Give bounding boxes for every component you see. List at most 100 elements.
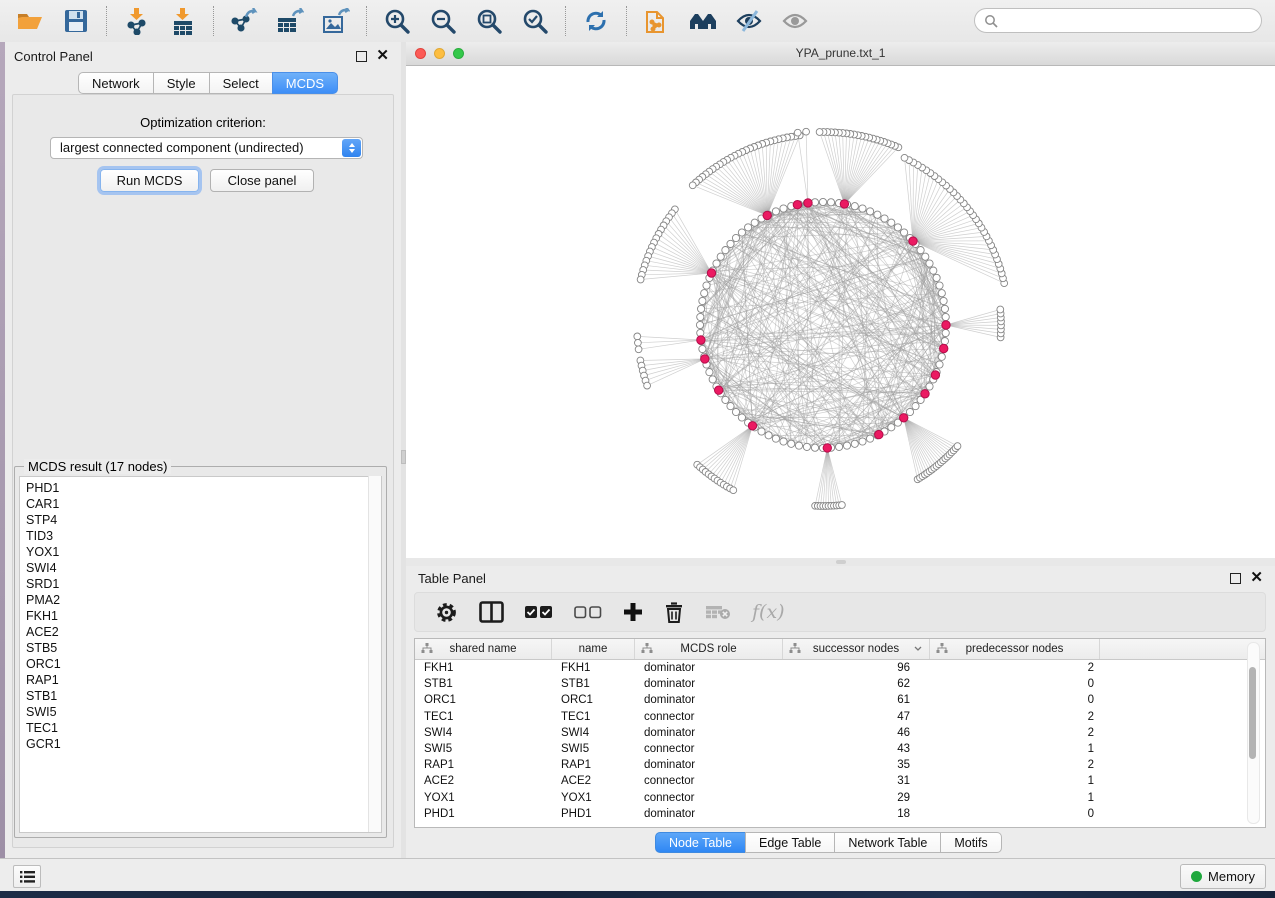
tab-motifs[interactable]: Motifs bbox=[940, 832, 1001, 853]
task-history-button[interactable] bbox=[13, 865, 41, 888]
float-window-icon[interactable] bbox=[1230, 573, 1241, 584]
export-image-icon[interactable] bbox=[321, 6, 351, 36]
table-settings-gear-icon[interactable] bbox=[435, 601, 458, 624]
column-header-predecessor-nodes[interactable]: predecessor nodes bbox=[930, 639, 1100, 659]
tab-network-table[interactable]: Network Table bbox=[834, 832, 941, 853]
table-row[interactable]: ACE2ACE2connector311 bbox=[415, 773, 1265, 789]
table-row[interactable]: YOX1YOX1connector291 bbox=[415, 790, 1265, 806]
table-row[interactable]: SWI4SWI4dominator462 bbox=[415, 725, 1265, 741]
export-network-icon[interactable] bbox=[229, 6, 259, 36]
mcds-result-list[interactable]: PHD1CAR1STP4TID3YOX1SWI4SRD1PMA2FKH1ACE2… bbox=[19, 476, 382, 833]
table-scrollbar[interactable] bbox=[1247, 642, 1260, 824]
zoom-in-icon[interactable] bbox=[382, 6, 412, 36]
mcds-result-item[interactable]: RAP1 bbox=[26, 672, 381, 688]
network-search-field[interactable] bbox=[974, 8, 1262, 33]
table-row[interactable]: PHD1PHD1dominator180 bbox=[415, 806, 1265, 822]
delete-table-icon[interactable] bbox=[705, 603, 731, 621]
mcds-result-item[interactable]: STP4 bbox=[26, 512, 381, 528]
column-header-shared-name[interactable]: shared name bbox=[415, 639, 552, 659]
maximize-window-icon[interactable] bbox=[453, 48, 464, 59]
table-panel-title: Table Panel bbox=[406, 571, 486, 586]
function-builder-icon[interactable]: f(x) bbox=[752, 601, 785, 623]
select-all-icon[interactable] bbox=[525, 605, 553, 619]
network-canvas[interactable] bbox=[406, 66, 1275, 559]
mcds-result-item[interactable]: ACE2 bbox=[26, 624, 381, 640]
horizontal-splitter[interactable] bbox=[406, 558, 1275, 566]
splitter-handle[interactable] bbox=[836, 560, 846, 564]
table-cell: connector bbox=[635, 743, 783, 755]
import-network-icon[interactable] bbox=[122, 6, 152, 36]
mcds-result-item[interactable]: PHD1 bbox=[26, 480, 381, 496]
table-cell: dominator bbox=[635, 678, 783, 690]
mcds-result-item[interactable]: TEC1 bbox=[26, 720, 381, 736]
tab-select[interactable]: Select bbox=[209, 72, 273, 94]
table-row[interactable]: STB1STB1dominator620 bbox=[415, 676, 1265, 692]
close-panel-icon[interactable]: ✕ bbox=[376, 51, 389, 61]
network-window-titlebar[interactable]: YPA_prune.txt_1 bbox=[406, 42, 1275, 66]
close-window-icon[interactable] bbox=[415, 48, 426, 59]
zoom-out-icon[interactable] bbox=[428, 6, 458, 36]
show-columns-icon[interactable] bbox=[479, 601, 504, 623]
show-hidden-icon[interactable] bbox=[780, 6, 810, 36]
open-session-icon[interactable] bbox=[15, 6, 45, 36]
tab-style[interactable]: Style bbox=[153, 72, 210, 94]
tab-mcds[interactable]: MCDS bbox=[272, 72, 338, 94]
save-session-icon[interactable] bbox=[61, 6, 91, 36]
mcds-list-scrollbar[interactable] bbox=[368, 476, 381, 832]
add-column-icon[interactable] bbox=[623, 602, 643, 622]
mcds-result-item[interactable]: STB1 bbox=[26, 688, 381, 704]
table-cell: 0 bbox=[930, 808, 1100, 820]
mcds-result-item[interactable]: CAR1 bbox=[26, 496, 381, 512]
tab-node-table[interactable]: Node Table bbox=[655, 832, 746, 853]
hide-selected-icon[interactable] bbox=[734, 6, 764, 36]
scrollbar-thumb[interactable] bbox=[1249, 667, 1256, 759]
column-header-successor-nodes[interactable]: successor nodes bbox=[783, 639, 930, 659]
close-panel-icon[interactable]: ✕ bbox=[1250, 573, 1263, 583]
table-row[interactable]: ORC1ORC1dominator610 bbox=[415, 692, 1265, 708]
export-table-icon[interactable] bbox=[275, 6, 305, 36]
table-row[interactable]: TEC1TEC1connector472 bbox=[415, 709, 1265, 725]
zoom-fit-icon[interactable] bbox=[474, 6, 504, 36]
column-header-name[interactable]: name bbox=[552, 639, 635, 659]
network-window-title: YPA_prune.txt_1 bbox=[796, 46, 886, 60]
table-row[interactable]: SWI5SWI5connector431 bbox=[415, 741, 1265, 757]
criterion-dropdown[interactable]: largest connected component (undirected) bbox=[50, 137, 363, 159]
refresh-layout-icon[interactable] bbox=[581, 6, 611, 36]
minimize-window-icon[interactable] bbox=[434, 48, 445, 59]
table-row[interactable]: FKH1FKH1dominator962 bbox=[415, 660, 1265, 676]
table-row[interactable]: RAP1RAP1dominator352 bbox=[415, 757, 1265, 773]
tab-network[interactable]: Network bbox=[78, 72, 154, 94]
mcds-result-item[interactable]: YOX1 bbox=[26, 544, 381, 560]
table-cell: 0 bbox=[930, 678, 1100, 690]
mcds-result-item[interactable]: TID3 bbox=[26, 528, 381, 544]
table-toolbar: f(x) bbox=[414, 592, 1266, 632]
column-header-MCDS-role[interactable]: MCDS role bbox=[635, 639, 783, 659]
mcds-result-item[interactable]: STB5 bbox=[26, 640, 381, 656]
delete-column-trash-icon[interactable] bbox=[664, 601, 684, 623]
mcds-result-item[interactable]: SWI4 bbox=[26, 560, 381, 576]
tab-edge-table[interactable]: Edge Table bbox=[745, 832, 835, 853]
control-panel-tabs: NetworkStyleSelectMCDS bbox=[79, 72, 338, 94]
zoom-selected-icon[interactable] bbox=[520, 6, 550, 36]
import-table-icon[interactable] bbox=[168, 6, 198, 36]
float-window-icon[interactable] bbox=[356, 51, 367, 62]
close-panel-button[interactable]: Close panel bbox=[210, 169, 314, 192]
search-network-icon[interactable] bbox=[688, 6, 718, 36]
mcds-result-item[interactable]: ORC1 bbox=[26, 656, 381, 672]
share-document-icon[interactable] bbox=[642, 6, 672, 36]
table-cell: YOX1 bbox=[552, 792, 635, 804]
table-cell: FKH1 bbox=[552, 662, 635, 674]
mcds-result-item[interactable]: FKH1 bbox=[26, 608, 381, 624]
mcds-result-item[interactable]: SWI5 bbox=[26, 704, 381, 720]
table-cell: 2 bbox=[930, 727, 1100, 739]
mcds-result-item[interactable]: SRD1 bbox=[26, 576, 381, 592]
mcds-result-item[interactable]: GCR1 bbox=[26, 736, 381, 752]
table-cell: 1 bbox=[930, 792, 1100, 804]
memory-button[interactable]: Memory bbox=[1180, 864, 1266, 889]
deselect-all-icon[interactable] bbox=[574, 605, 602, 619]
run-mcds-button[interactable]: Run MCDS bbox=[100, 169, 199, 192]
network-graph[interactable] bbox=[406, 66, 1275, 559]
mcds-result-item[interactable]: PMA2 bbox=[26, 592, 381, 608]
search-input[interactable] bbox=[998, 13, 1261, 29]
mcds-result-title: MCDS result (17 nodes) bbox=[24, 459, 171, 474]
